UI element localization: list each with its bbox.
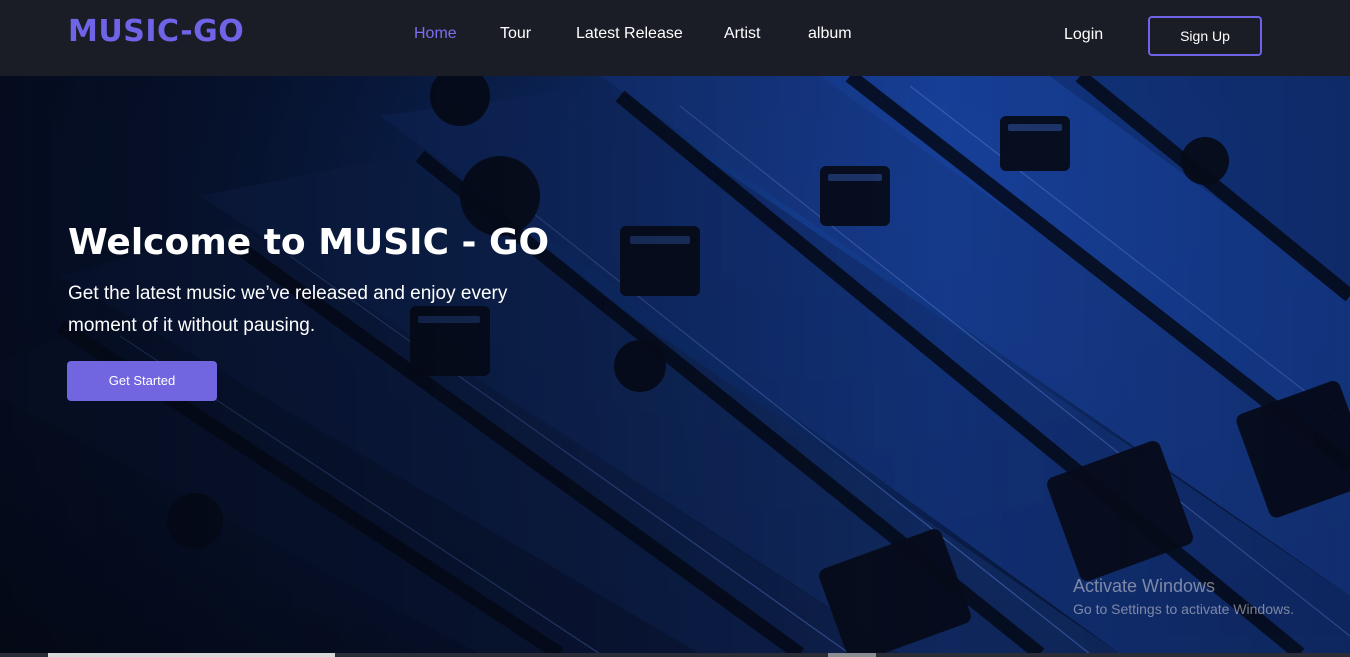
nav-item-album[interactable]: album — [808, 25, 852, 43]
hero-subtitle: Get the latest music we’ve released and … — [68, 283, 508, 336]
signup-button[interactable]: Sign Up — [1148, 16, 1262, 56]
watermark-title: Activate Windows — [1073, 576, 1216, 596]
brand-logo[interactable]: MUSIC-GO — [68, 14, 244, 49]
nav-item-home[interactable]: Home — [414, 25, 457, 43]
watermark-subtitle: Go to Settings to activate Windows. — [1073, 601, 1294, 617]
page: MUSIC-GO Home Tour Latest Release Artist… — [0, 0, 1350, 657]
login-link[interactable]: Login — [1064, 26, 1103, 44]
hero-section: Welcome to MUSIC - GO Get the latest mus… — [0, 76, 1350, 654]
horizontal-scrollbar[interactable] — [0, 653, 1350, 657]
hero-title: Welcome to MUSIC - GO — [68, 222, 550, 263]
nav-item-latest-release[interactable]: Latest Release — [576, 25, 683, 43]
navbar: MUSIC-GO Home Tour Latest Release Artist… — [0, 0, 1350, 76]
nav-item-artist[interactable]: Artist — [724, 25, 760, 43]
get-started-button[interactable]: Get Started — [67, 361, 217, 401]
nav-item-tour[interactable]: Tour — [500, 25, 531, 43]
scrollbar-segment — [828, 653, 876, 657]
activate-windows-watermark: Activate Windows Go to Settings to activ… — [1073, 576, 1294, 617]
scrollbar-thumb[interactable] — [48, 653, 335, 657]
